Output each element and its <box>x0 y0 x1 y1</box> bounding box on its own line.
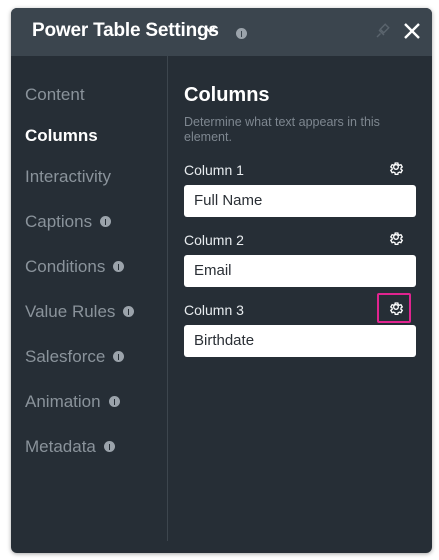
settings-panel: Power Table Settings Content Columns Int… <box>11 8 432 553</box>
column-3-label: Column 3 <box>184 302 244 318</box>
sidebar-item-label: Salesforce <box>25 347 106 366</box>
info-icon[interactable] <box>108 395 120 407</box>
sidebar-item-label: Content <box>25 85 85 104</box>
sidebar: Content Columns Interactivity Captions C… <box>11 56 168 541</box>
pin-icon[interactable] <box>375 23 391 39</box>
column-3-field[interactable]: Birthdate <box>184 325 416 357</box>
info-icon[interactable] <box>100 215 112 227</box>
column-1-label: Column 1 <box>184 162 244 178</box>
sidebar-item-label: Metadata <box>25 437 96 456</box>
close-icon[interactable] <box>403 22 421 40</box>
sidebar-item-label: Value Rules <box>25 302 116 321</box>
sidebar-item-label: Conditions <box>25 257 106 276</box>
sidebar-item-captions[interactable]: Captions <box>25 212 112 232</box>
sidebar-item-value-rules[interactable]: Value Rules <box>25 302 135 322</box>
column-1-field[interactable]: Full Name <box>184 185 416 217</box>
sidebar-item-conditions[interactable]: Conditions <box>25 257 125 277</box>
sidebar-item-content[interactable]: Content <box>25 85 85 105</box>
info-icon[interactable] <box>236 28 247 40</box>
info-icon[interactable] <box>113 350 125 362</box>
info-icon[interactable] <box>113 260 125 272</box>
info-icon[interactable] <box>103 440 115 452</box>
section-title: Columns <box>184 84 270 106</box>
gear-icon[interactable] <box>388 301 404 317</box>
sidebar-item-interactivity[interactable]: Interactivity <box>25 167 111 187</box>
sidebar-item-label: Columns <box>25 126 98 145</box>
panel-header: Power Table Settings <box>11 8 432 56</box>
section-description: Determine what text appears in this elem… <box>184 115 380 144</box>
sidebar-item-label: Animation <box>25 392 101 411</box>
chevron-down-icon[interactable] <box>204 25 216 35</box>
sidebar-item-animation[interactable]: Animation <box>25 392 120 412</box>
sidebar-item-label: Captions <box>25 212 93 231</box>
gear-icon[interactable] <box>388 161 404 177</box>
sidebar-item-label: Interactivity <box>25 167 111 186</box>
column-2-label: Column 2 <box>184 232 244 248</box>
sidebar-item-metadata[interactable]: Metadata <box>25 437 115 457</box>
sidebar-item-columns[interactable]: Columns <box>25 126 98 146</box>
panel-title[interactable]: Power Table Settings <box>32 20 219 42</box>
column-2-field[interactable]: Email <box>184 255 416 287</box>
info-icon[interactable] <box>123 305 135 317</box>
sidebar-item-salesforce[interactable]: Salesforce <box>25 347 125 367</box>
gear-icon[interactable] <box>388 231 404 247</box>
